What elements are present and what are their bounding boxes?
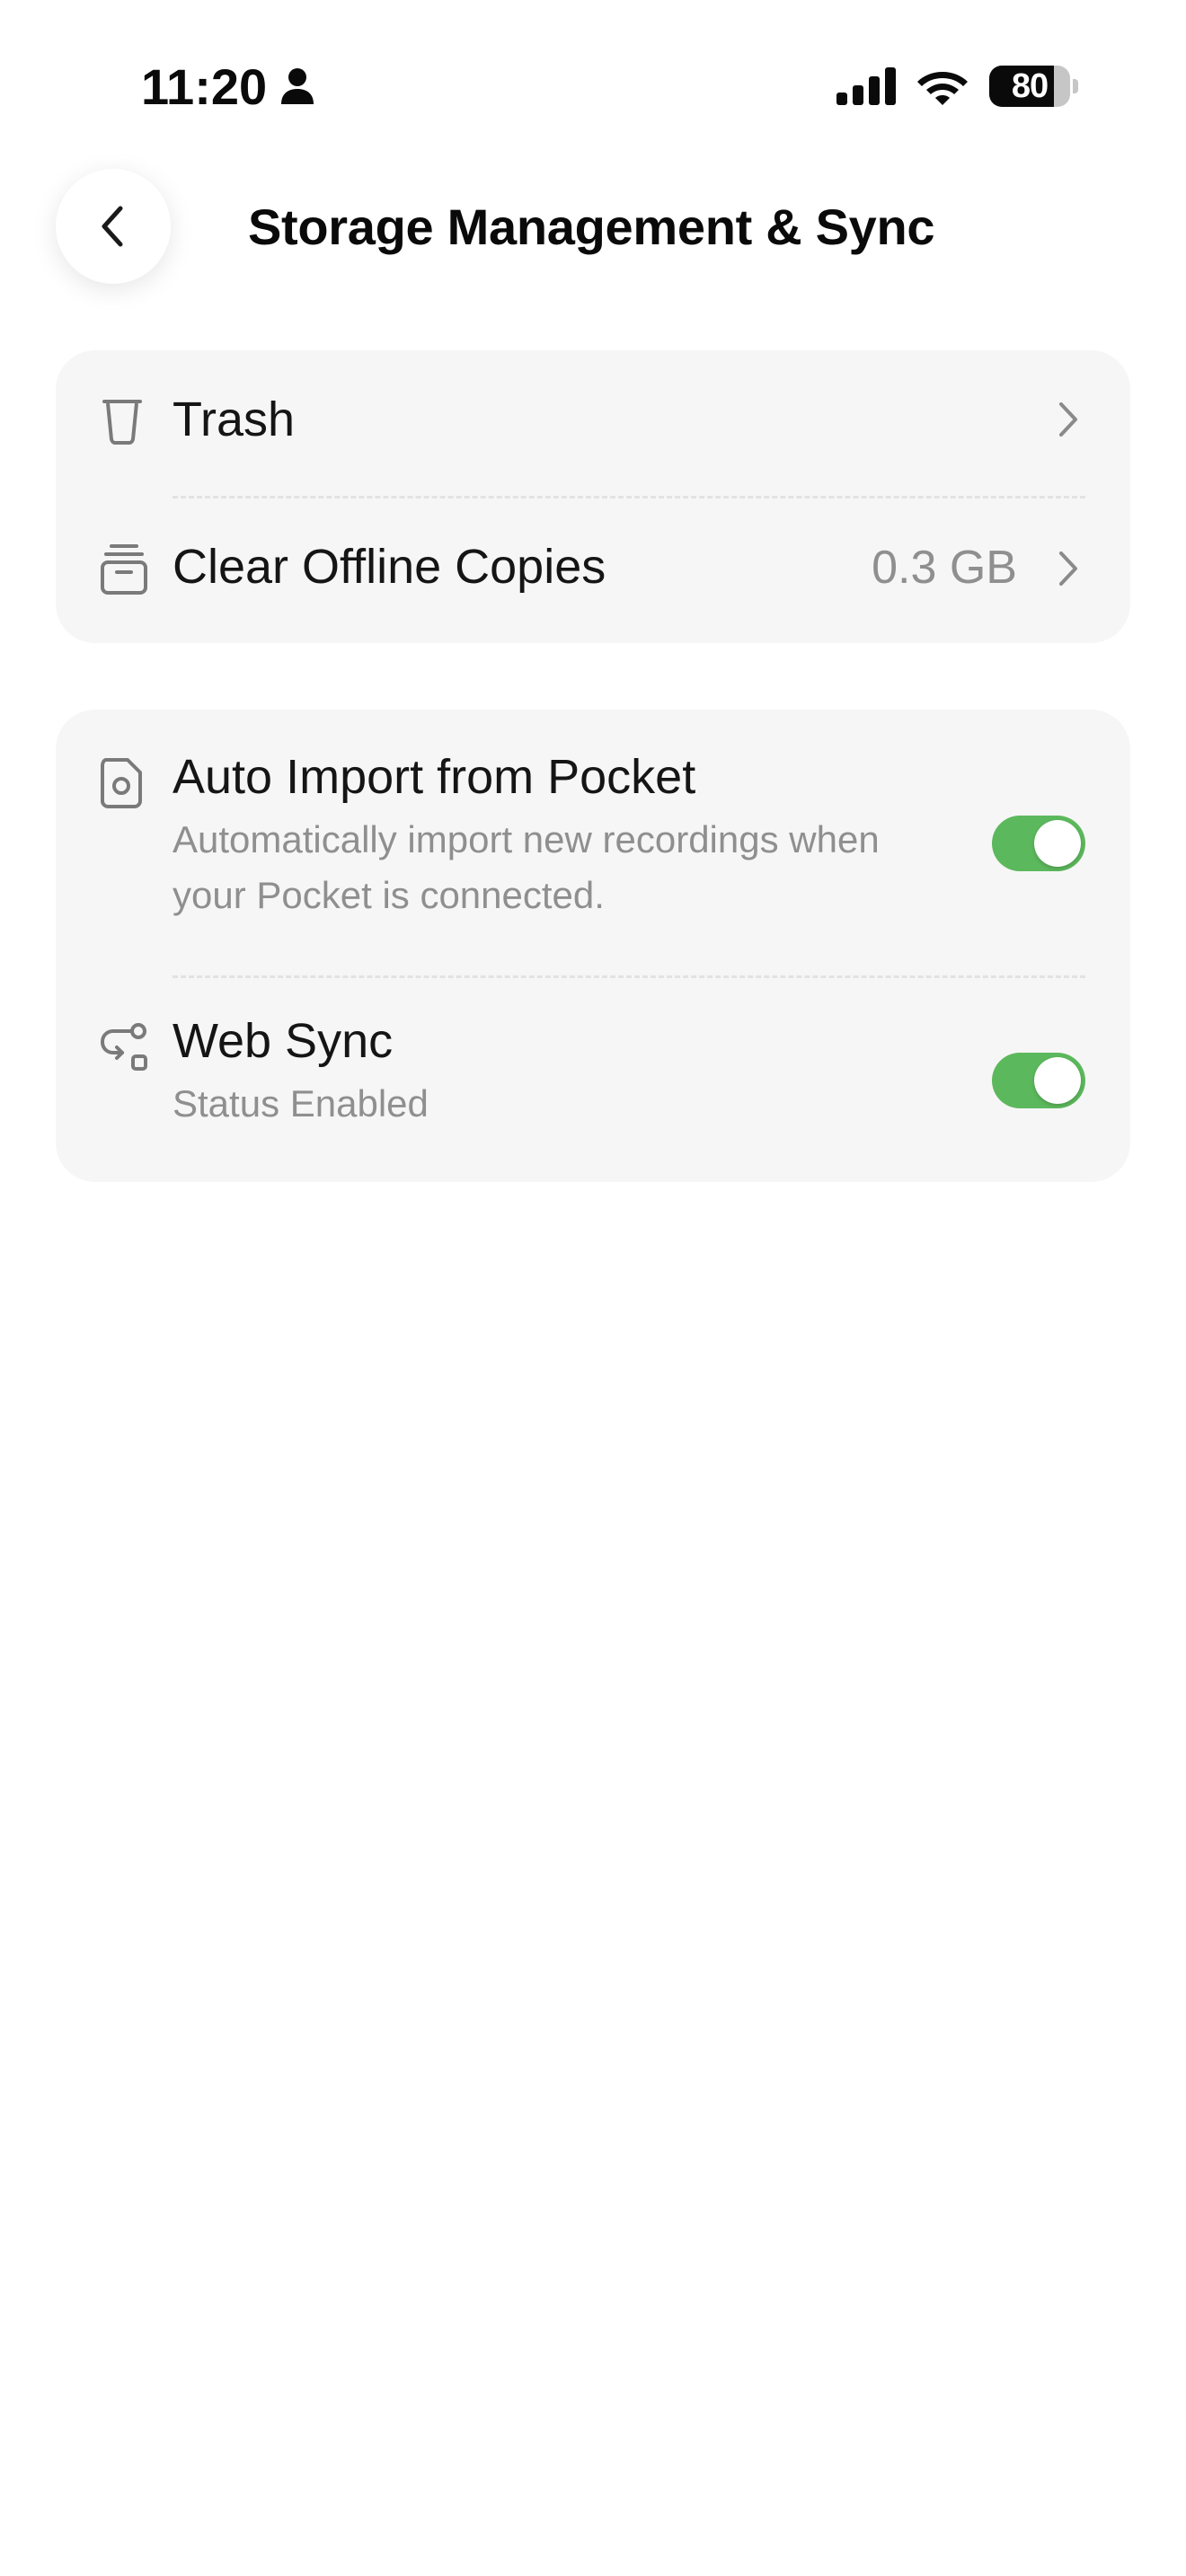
auto-import-row: Auto Import from Pocket Automatically im… bbox=[56, 710, 1130, 975]
chevron-left-icon bbox=[102, 206, 123, 247]
signal-icon bbox=[836, 67, 896, 105]
battery-percent: 80 bbox=[1011, 66, 1049, 105]
document-circle-icon bbox=[101, 758, 142, 808]
battery-tip bbox=[1073, 79, 1078, 93]
back-button[interactable] bbox=[56, 169, 171, 284]
toggle-knob bbox=[1034, 1057, 1081, 1104]
archive-box-icon bbox=[101, 544, 147, 595]
sync-route-icon bbox=[100, 1023, 147, 1071]
auto-import-description-line2: your Pocket is connected. bbox=[173, 874, 605, 916]
status-time: 11:20 bbox=[141, 57, 268, 115]
offline-copies-size: 0.3 GB bbox=[872, 542, 1017, 594]
storage-card: Trash Clear Offline Copies 0.3 GB bbox=[56, 350, 1130, 643]
trash-icon bbox=[102, 400, 142, 445]
status-indicators: 80 bbox=[836, 63, 1078, 110]
clear-offline-copies-label: Clear Offline Copies bbox=[173, 540, 606, 594]
auto-import-label: Auto Import from Pocket bbox=[173, 750, 696, 804]
toggle-knob bbox=[1034, 820, 1081, 867]
wifi-icon bbox=[917, 72, 968, 105]
status-bar: 11:20 80 bbox=[0, 0, 1186, 171]
auto-import-toggle[interactable] bbox=[992, 816, 1085, 871]
battery-body: 80 bbox=[989, 66, 1070, 107]
battery-icon: 80 bbox=[989, 66, 1078, 107]
trash-label: Trash bbox=[173, 393, 296, 446]
page-title: Storage Management & Sync bbox=[248, 198, 935, 255]
web-sync-status: Status Enabled bbox=[173, 1082, 429, 1125]
storage-sync-screen: 11:20 80 Storage Management & Sync Trash… bbox=[0, 0, 1186, 2576]
person-icon bbox=[281, 68, 314, 104]
auto-import-description-line1: Automatically import new recordings when bbox=[173, 818, 880, 860]
web-sync-row: Web Sync Status Enabled bbox=[56, 977, 1130, 1182]
status-time-group: 11:20 bbox=[141, 54, 315, 119]
web-sync-toggle[interactable] bbox=[992, 1053, 1085, 1108]
trash-row[interactable]: Trash bbox=[56, 350, 1130, 496]
web-sync-label: Web Sync bbox=[173, 1014, 394, 1068]
clear-offline-copies-row[interactable]: Clear Offline Copies 0.3 GB bbox=[56, 498, 1130, 643]
chevron-right-icon bbox=[1059, 551, 1077, 586]
chevron-right-icon bbox=[1059, 402, 1077, 437]
sync-card: Auto Import from Pocket Automatically im… bbox=[56, 710, 1130, 1182]
